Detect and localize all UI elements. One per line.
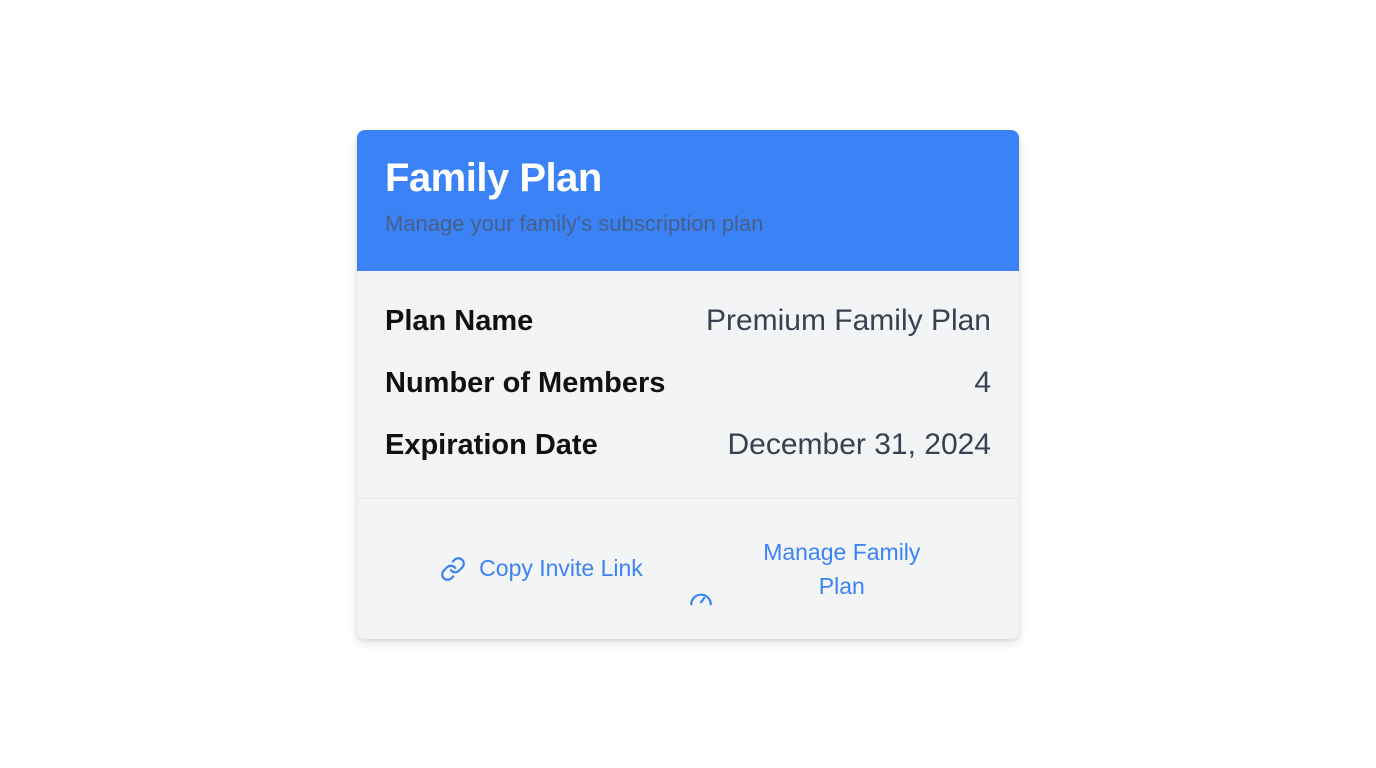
detail-value: Premium Family Plan	[705, 304, 991, 337]
detail-value: December 31, 2024	[727, 428, 992, 461]
gauge-icon	[687, 585, 715, 613]
detail-value: 4	[974, 366, 991, 399]
detail-label: Plan Name	[385, 304, 534, 337]
card-title: Family Plan	[385, 156, 602, 200]
copy-invite-link-label: Copy Invite Link	[479, 555, 643, 581]
detail-row-plan-name: Plan Name Premium Family Plan	[385, 290, 991, 352]
plan-details: Plan Name Premium Family Plan Number of …	[357, 271, 1019, 499]
card-subtitle: Manage your family's subscription plan	[385, 211, 764, 236]
family-plan-card: Family Plan Manage your family's subscri…	[357, 130, 1019, 639]
detail-row-members: Number of Members 4	[385, 352, 991, 414]
copy-invite-link-button[interactable]: Copy Invite Link	[439, 555, 643, 583]
detail-row-expiration: Expiration Date December 31, 2024	[385, 414, 991, 476]
card-actions: Copy Invite Link Manage Family Plan	[357, 499, 1019, 638]
card-header: Family Plan Manage your family's subscri…	[357, 130, 1019, 271]
manage-family-plan-label: Manage Family Plan	[763, 538, 921, 599]
detail-label: Expiration Date	[385, 428, 598, 461]
detail-label: Number of Members	[385, 366, 666, 399]
manage-family-plan-button[interactable]: Manage Family Plan	[687, 535, 937, 605]
link-icon	[439, 555, 467, 583]
